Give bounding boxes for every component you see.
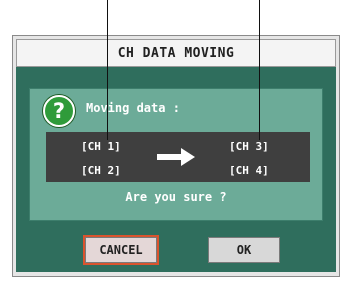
message-panel: ? Moving data : [CH 1] [CH 2] [CH 3] [CH… (29, 88, 323, 221)
dialog-title: CH DATA MOVING (16, 39, 336, 67)
source-channel-1: [CH 1] (81, 140, 121, 153)
dialog-content: ? Moving data : [CH 1] [CH 2] [CH 3] [CH… (16, 67, 336, 272)
dialog-window: CH DATA MOVING ? Moving data : [CH 1] [C… (12, 35, 340, 277)
question-icon: ? (43, 95, 75, 127)
channel-box: [CH 1] [CH 2] [CH 3] [CH 4] (46, 132, 310, 182)
source-channel-2: [CH 2] (81, 164, 121, 177)
moving-data-label: Moving data : (86, 101, 180, 115)
cancel-button[interactable]: CANCEL (85, 237, 157, 263)
destination-channel-1: [CH 3] (229, 140, 269, 153)
callout-line-right (259, 0, 260, 140)
callout-line-left (107, 0, 108, 140)
confirm-question: Are you sure ? (125, 190, 227, 204)
right-arrow-icon (157, 148, 195, 166)
destination-channel-2: [CH 4] (229, 164, 269, 177)
ok-button[interactable]: OK (208, 237, 280, 263)
